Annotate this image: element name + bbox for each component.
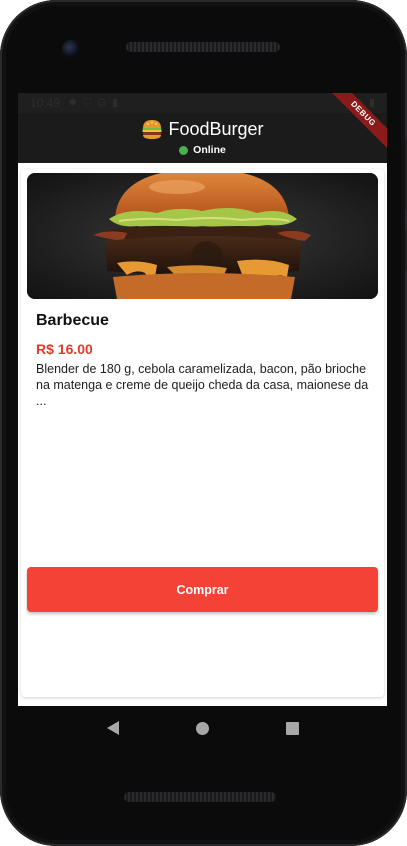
system-navigation-bar — [18, 706, 387, 750]
product-name: Barbecue — [36, 312, 109, 329]
burger-icon — [142, 120, 162, 139]
battery-icon: ▮ — [368, 97, 375, 109]
front-camera — [62, 40, 80, 58]
online-status: Online — [179, 144, 226, 156]
online-indicator-dot — [179, 145, 189, 155]
app-bar: FoodBurger Online — [18, 113, 387, 163]
status-time: 10:49 — [30, 96, 61, 110]
online-status-label: Online — [193, 144, 226, 156]
buy-button[interactable]: Comprar — [27, 567, 378, 612]
google-icon: G — [97, 96, 107, 109]
phone-frame: 10:49 ✹ ⛉ G ▮ ◆ ▮ DEBUG — [0, 0, 407, 846]
app-title-row: FoodBurger — [141, 118, 264, 140]
app-title: FoodBurger — [168, 118, 264, 139]
back-icon[interactable] — [106, 721, 119, 735]
burger-photo — [27, 173, 378, 299]
bottom-speaker — [124, 792, 276, 802]
settings-icon: ✹ — [68, 96, 78, 109]
status-icons: ✹ ⛉ G ▮ — [68, 96, 119, 109]
product-image — [27, 173, 378, 299]
status-bar: 10:49 ✹ ⛉ G ▮ ◆ ▮ — [18, 93, 387, 113]
product-price: R$ 16.00 — [36, 341, 93, 357]
product-card: Barbecue R$ 16.00 Blender de 180 g, cebo… — [21, 169, 384, 697]
recents-icon[interactable] — [285, 721, 299, 735]
home-icon[interactable] — [195, 721, 209, 735]
earpiece-speaker — [126, 42, 280, 52]
shield-icon: ⛉ — [83, 96, 92, 109]
product-description: Blender de 180 g, cebola caramelizada, b… — [36, 362, 369, 408]
clipboard-icon: ▮ — [112, 96, 119, 109]
screen: 10:49 ✹ ⛉ G ▮ ◆ ▮ DEBUG — [18, 93, 387, 706]
